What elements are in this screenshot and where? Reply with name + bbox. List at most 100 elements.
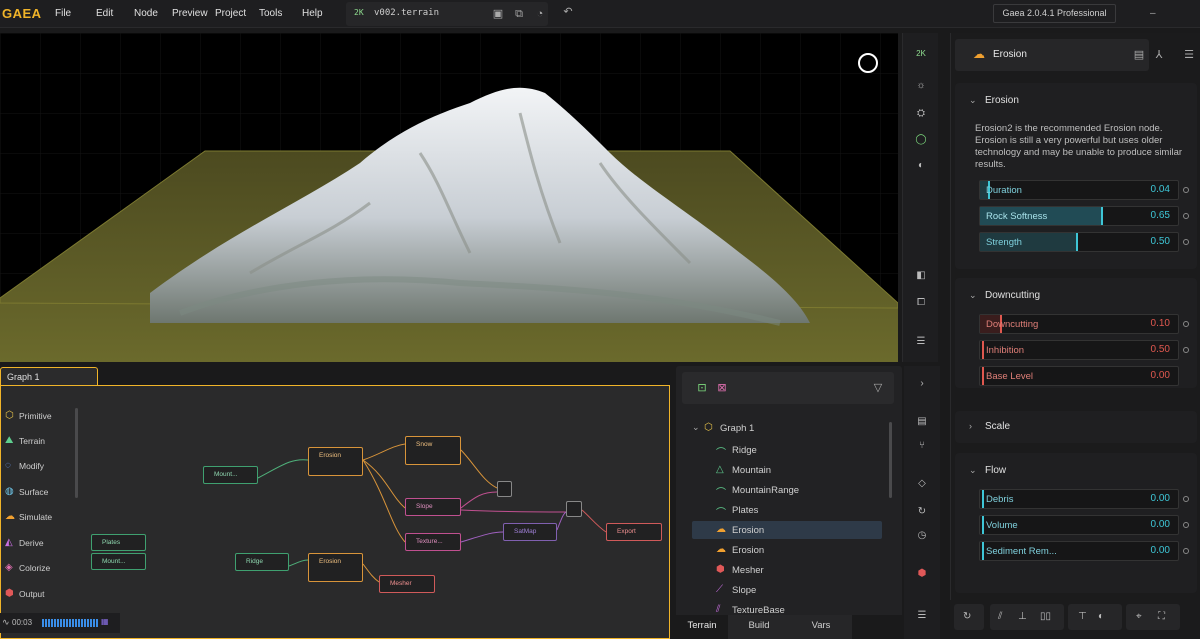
tree-item-erosion-selected[interactable]: ☁ Erosion <box>692 521 882 539</box>
rock-softness-keyframe-dot[interactable] <box>1183 213 1189 219</box>
sediment-removal-slider[interactable]: Sediment Rem... 0.00 <box>979 541 1179 561</box>
tab-build[interactable]: Build <box>728 615 790 639</box>
select-green-icon[interactable]: ⊡ <box>696 382 708 394</box>
section-title-downcutting[interactable]: Downcutting <box>985 290 1040 301</box>
node-slope[interactable]: Slope <box>405 498 461 516</box>
align-icon[interactable]: ⫽ <box>998 611 1002 622</box>
menu-edit[interactable]: Edit <box>96 8 113 19</box>
chevron-down-icon[interactable]: ⌄ <box>969 95 977 106</box>
section-title-erosion[interactable]: Erosion <box>985 95 1019 106</box>
node-satmap[interactable]: SatMap <box>503 523 557 541</box>
chevron-down-icon[interactable]: ⌄ <box>969 465 977 476</box>
volume-slider[interactable]: Volume 0.00 <box>979 515 1179 535</box>
export-icon[interactable]: ⬢ <box>915 568 929 579</box>
tree-item-ridge[interactable]: ⌒ Ridge <box>692 441 882 459</box>
tree-item-slope[interactable]: ⟋ Slope <box>692 581 882 599</box>
node-texture[interactable]: Texture... <box>405 533 461 551</box>
node-combine[interactable] <box>497 481 512 497</box>
split-view-icon[interactable]: ◧ <box>914 269 928 283</box>
inhibition-keyframe-dot[interactable] <box>1183 347 1189 353</box>
node-ridge[interactable]: Ridge <box>235 553 289 571</box>
bookmark-icon[interactable]: ▤ <box>915 416 929 427</box>
list-icon[interactable]: ☰ <box>915 610 929 621</box>
tree-item-mountainrange[interactable]: ⌒ MountainRange <box>692 481 882 499</box>
save-icon[interactable]: ▣ <box>492 8 504 20</box>
target-icon[interactable]: ⌖ <box>1136 611 1142 622</box>
duration-keyframe-dot[interactable] <box>1183 187 1189 193</box>
menu-preview[interactable]: Preview <box>172 8 208 19</box>
menu-file[interactable]: File <box>55 8 71 19</box>
lighting-icon[interactable]: ⛭ <box>914 107 928 121</box>
pin-icon[interactable]: ⊤ <box>1078 611 1087 622</box>
tab-graph-1[interactable]: Graph 1 <box>0 367 98 387</box>
duration-slider[interactable]: Duration 0.04 <box>979 180 1179 200</box>
section-title-scale[interactable]: Scale <box>985 421 1010 432</box>
node-export[interactable]: Export <box>606 523 662 541</box>
tree-item-erosion[interactable]: ☁ Erosion <box>692 541 882 559</box>
tree-item-plates[interactable]: ⌒ Plates <box>692 501 882 519</box>
drop-icon[interactable]: ◇ <box>915 478 929 489</box>
crop-icon[interactable]: ⧠ <box>914 296 928 310</box>
node-snow[interactable]: Snow <box>405 436 461 465</box>
file-name-box[interactable]: 2K v002.terrain ▣ ⧉ ◔ <box>346 2 548 26</box>
history-icon[interactable]: ◔ <box>534 8 546 20</box>
sun-icon[interactable]: ☼ <box>914 79 928 93</box>
section-title-flow[interactable]: Flow <box>985 465 1006 476</box>
node-erosion-1[interactable]: Erosion <box>308 447 363 476</box>
tree-item-texturebase[interactable]: ⫽ TextureBase <box>692 601 882 613</box>
node-info-icon[interactable]: ▤ <box>1133 49 1145 61</box>
tree-item-mountain[interactable]: △ Mountain <box>692 461 882 479</box>
viewport-menu-icon[interactable]: ☰ <box>914 335 928 349</box>
tree-item-mesher[interactable]: ⬢ Mesher <box>692 561 882 579</box>
node-name[interactable]: Erosion <box>993 49 1027 60</box>
sediment-removal-keyframe-dot[interactable] <box>1183 548 1189 554</box>
node-plates[interactable]: Plates <box>91 534 146 551</box>
downcutting-keyframe-dot[interactable] <box>1183 321 1189 327</box>
node-combine-2[interactable] <box>566 501 582 517</box>
timer-icon[interactable]: ◷ <box>915 530 929 541</box>
menu-help[interactable]: Help <box>302 8 323 19</box>
material-icon[interactable]: ◯ <box>914 133 928 147</box>
chevron-right-icon[interactable]: › <box>969 421 972 431</box>
chevron-down-icon[interactable]: ⌄ <box>692 422 700 433</box>
node-branch-icon[interactable]: ⅄ <box>1153 49 1165 61</box>
filter-icon[interactable]: ▽ <box>872 382 884 394</box>
debris-keyframe-dot[interactable] <box>1183 496 1189 502</box>
graph-editor[interactable]: ⬡ Primitive ⛰ Terrain ◌ Modify ◍ Surface… <box>0 385 670 639</box>
branch-icon[interactable]: ⑂ <box>915 440 929 451</box>
minimize-icon[interactable]: – <box>1150 8 1156 19</box>
resolution-toggle[interactable]: 2K <box>914 47 928 61</box>
rotate-icon[interactable]: ↻ <box>963 611 971 622</box>
chevron-down-icon[interactable]: ⌄ <box>969 290 977 301</box>
tab-terrain[interactable]: Terrain <box>676 615 728 639</box>
node-erosion-2[interactable]: Erosion <box>308 553 363 582</box>
menu-tools[interactable]: Tools <box>259 8 282 19</box>
node-mesher[interactable]: Mesher <box>379 575 435 593</box>
columns-icon[interactable]: ▯▯ <box>1040 611 1051 622</box>
half-circle-icon[interactable]: ◐ <box>1098 611 1104 622</box>
tree-root[interactable]: ⌄ ⬡ Graph 1 <box>692 419 882 437</box>
rock-softness-slider[interactable]: Rock Softness 0.65 <box>979 206 1179 226</box>
strength-keyframe-dot[interactable] <box>1183 239 1189 245</box>
tab-vars[interactable]: Vars <box>790 615 852 639</box>
collapse-chevron-icon[interactable]: › <box>915 378 929 389</box>
inhibition-slider[interactable]: Inhibition 0.50 <box>979 340 1179 360</box>
debris-slider[interactable]: Debris 0.00 <box>979 489 1179 509</box>
node-mountain[interactable]: Mount... <box>203 466 258 484</box>
contrast-icon[interactable]: ◐ <box>914 159 928 173</box>
save-as-icon[interactable]: ⧉ <box>513 8 525 20</box>
node-mountain-2[interactable]: Mount... <box>91 553 146 570</box>
strength-slider[interactable]: Strength 0.50 <box>979 232 1179 252</box>
tree-scrollbar[interactable] <box>889 422 892 498</box>
undo-icon[interactable]: ↶ <box>562 6 574 18</box>
refresh-icon[interactable]: ↻ <box>915 506 929 517</box>
fullscreen-icon[interactable]: ⛶ <box>1158 611 1165 622</box>
section-scale[interactable]: › Scale <box>955 411 1197 443</box>
build-grid-icon[interactable]: ▦ <box>101 617 109 626</box>
menu-project[interactable]: Project <box>215 8 246 19</box>
select-pink-icon[interactable]: ⊠ <box>716 382 728 394</box>
menu-node[interactable]: Node <box>134 8 158 19</box>
base-level-slider[interactable]: Base Level 0.00 <box>979 366 1179 386</box>
viewport-3d[interactable] <box>0 33 898 362</box>
downcutting-slider[interactable]: Downcutting 0.10 <box>979 314 1179 334</box>
